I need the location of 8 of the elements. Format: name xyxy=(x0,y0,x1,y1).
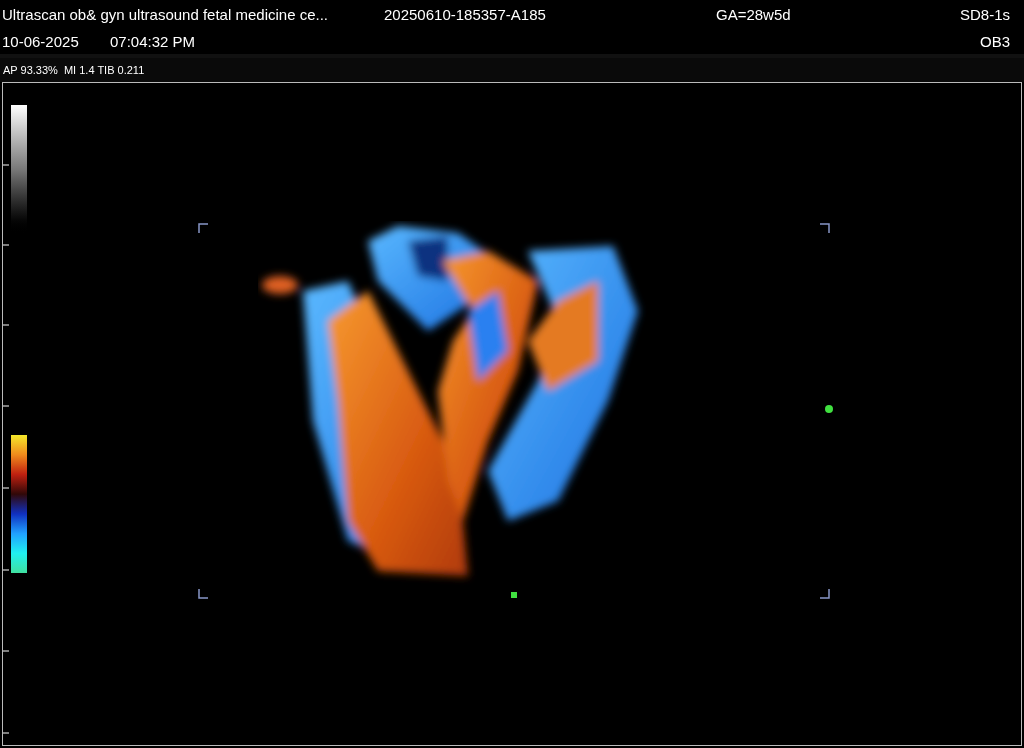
exam-date: 10-06-2025 xyxy=(2,31,80,52)
study-id: 20250610-185357-A185 xyxy=(384,4,547,25)
preset-label: OB3 xyxy=(980,31,1010,52)
probe-label: SD8-1s xyxy=(959,4,1010,25)
gestational-age: GA=28w5d xyxy=(716,4,791,25)
acoustic-parameters: AP 93.33% MI 1.4 TIB 0.211 xyxy=(3,62,145,78)
exam-time: 07:04:32 PM xyxy=(110,31,196,52)
institution-name: Ultrascan ob& gyn ultrasound fetal medicine ce... xyxy=(2,4,329,25)
